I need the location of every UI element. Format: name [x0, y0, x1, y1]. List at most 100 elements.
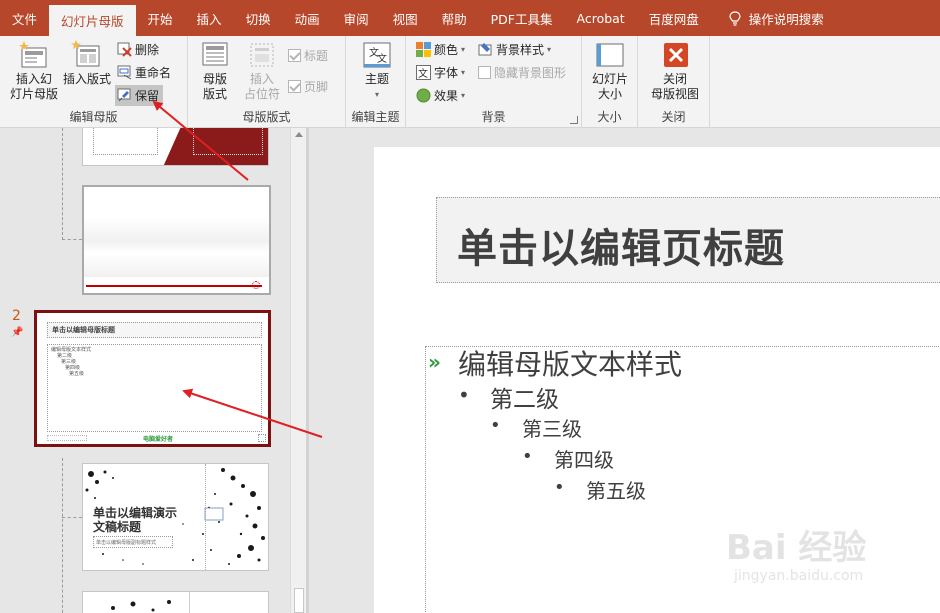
slide-title-text[interactable]: 单击以编辑页标题	[457, 216, 785, 274]
tab-insert[interactable]: 插入	[185, 0, 234, 36]
thumbnail-body-placeholder: 编辑母版文本样式 第二级 第三级 第四级 第五级	[47, 344, 262, 432]
level-1-text[interactable]: 编辑母版文本样式	[458, 343, 682, 383]
thumbnail-date-placeholder	[47, 435, 87, 441]
thumbnail-presentation-title: 单击以编辑演示文稿标题	[93, 506, 178, 534]
layout-thumbnail[interactable]	[82, 185, 271, 295]
footer-checkbox[interactable]: 页脚	[288, 76, 328, 97]
tell-me-search[interactable]: 操作说明搜索	[717, 0, 836, 36]
tab-help[interactable]: 帮助	[430, 0, 479, 36]
thumbnail-level-5: 第五级	[69, 371, 85, 377]
thumbnail-title-text: 单击以编辑母版标题	[52, 326, 115, 334]
background-styles-dropdown-icon: ▾	[547, 45, 552, 54]
level-4-text[interactable]: 第四级	[554, 444, 614, 473]
thumbnail-guide-line	[205, 464, 206, 570]
fonts-icon: 文	[416, 65, 431, 80]
scrollbar-thumb[interactable]	[294, 588, 304, 613]
scroll-up-arrow-icon[interactable]	[295, 132, 303, 137]
preserve-pin-icon	[117, 88, 131, 102]
hide-background-graphics-box[interactable]	[478, 66, 491, 79]
delete-button[interactable]: 删除	[117, 39, 159, 60]
thumbnail-red-line	[86, 285, 262, 287]
slide-size-icon	[596, 43, 624, 67]
background-styles-icon	[478, 43, 492, 56]
insert-layout-icon	[71, 40, 100, 67]
master-layout-button[interactable]: 母版 版式	[194, 40, 236, 102]
fonts-button[interactable]: 文 字体 ▾	[416, 62, 465, 83]
background-styles-button[interactable]: 背景样式 ▾	[478, 39, 551, 60]
close-master-view-button[interactable]: 关闭 母版视图	[646, 40, 704, 102]
close-master-view-icon	[664, 43, 688, 67]
group-master-layout: 母版 版式 插入 占位符 标题 页脚 母版版式	[188, 36, 346, 128]
tab-animations[interactable]: 动画	[283, 0, 332, 36]
slide-size-label-1: 幻灯片	[591, 72, 628, 86]
footer-checkbox-box[interactable]	[288, 80, 301, 93]
baidu-jingyan-watermark: Bai 经验 jingyan.baidu.com	[716, 512, 916, 592]
layout-thumbnail[interactable]	[82, 591, 269, 613]
title-checkbox-label: 标题	[304, 49, 329, 63]
tab-file[interactable]: 文件	[0, 0, 49, 36]
tab-pdf-tools[interactable]: PDF工具集	[479, 0, 565, 36]
master-layout-label-1: 母版	[202, 72, 227, 86]
tree-connector	[62, 128, 63, 240]
level-5-text[interactable]: 第五级	[586, 475, 646, 504]
group-edit-master: 插入幻 灯片母版 插入版式 删除 重命名 保留 编辑母版	[0, 36, 188, 128]
group-close: 关闭 母版视图 关闭	[638, 36, 710, 128]
insert-slide-master-label-2: 灯片母版	[9, 87, 58, 101]
thumbnail-title-placeholder: 单击以编辑母版标题	[47, 322, 262, 338]
layout-thumbnail[interactable]: 单击以编辑演示文稿标题 单击以编辑母版副标题样式	[82, 463, 269, 571]
thumbnail-pane-scrollbar[interactable]	[290, 128, 306, 613]
level-2-text[interactable]: 第二级	[490, 380, 559, 414]
thumbnail-logo: 电脑爱好者	[143, 436, 174, 443]
tab-slide-master[interactable]: 幻灯片母版	[49, 5, 136, 36]
tab-home[interactable]: 开始	[136, 0, 185, 36]
insert-slide-master-icon	[19, 41, 47, 68]
level-3-text[interactable]: 第三级	[522, 413, 582, 442]
effects-label: 效果	[434, 89, 459, 103]
tell-me-label: 操作说明搜索	[748, 11, 824, 27]
slide-number: 2	[12, 308, 21, 324]
tab-transitions[interactable]: 切换	[234, 0, 283, 36]
themes-label: 主题	[364, 72, 389, 86]
thumbnail-background	[84, 217, 269, 277]
thumbnail-page-number-placeholder	[258, 434, 266, 442]
effects-dropdown-icon: ▾	[461, 91, 466, 100]
insert-placeholder-button[interactable]: 插入 占位符	[238, 40, 286, 102]
group-label-background: 背景	[481, 110, 506, 124]
effects-button[interactable]: 效果 ▾	[416, 85, 465, 106]
insert-slide-master-button[interactable]: 插入幻 灯片母版	[8, 40, 60, 102]
thumbnail-subtitle-placeholder: 单击以编辑母版副标题样式	[93, 536, 173, 548]
delete-icon	[117, 42, 132, 57]
watermark-logo-text: Bai 经验	[726, 528, 867, 568]
level-4-bullet: •	[522, 446, 533, 467]
preserve-button[interactable]: 保留	[115, 85, 164, 106]
title-placeholder[interactable]: 单击以编辑页标题	[436, 197, 940, 283]
thumbnail-footer-mark	[252, 281, 260, 289]
thumbnail-body-text: 编辑母版文本样式 第二级 第三级 第四级 第五级	[51, 347, 91, 377]
hide-background-graphics-checkbox[interactable]: 隐藏背景图形	[478, 62, 566, 83]
rename-button[interactable]: 重命名	[117, 62, 171, 83]
tab-review[interactable]: 审阅	[332, 0, 381, 36]
colors-button[interactable]: 颜色 ▾	[416, 39, 465, 60]
tab-acrobat[interactable]: Acrobat	[565, 0, 637, 36]
level-1-bullet: »	[428, 350, 441, 374]
delete-label: 删除	[135, 43, 160, 57]
close-master-view-label-2: 母版视图	[650, 87, 699, 101]
tab-baidu-netdisk[interactable]: 百度网盘	[637, 0, 711, 36]
selected-layout-thumbnail[interactable]: 单击以编辑母版标题 编辑母版文本样式 第二级 第三级 第四级 第五级 电脑爱好者	[34, 310, 271, 447]
layout-thumbnail[interactable]	[82, 128, 269, 166]
insert-placeholder-label-2: 占位符	[243, 87, 280, 101]
themes-button[interactable]: 文 文 主题 ▾	[358, 40, 396, 102]
master-layout-icon	[202, 42, 228, 66]
group-edit-theme: 文 文 主题 ▾ 编辑主题	[346, 36, 406, 128]
themes-dropdown-icon: ▾	[374, 90, 379, 99]
watermark-url: jingyan.baidu.com	[734, 568, 864, 584]
insert-layout-button[interactable]: 插入版式	[60, 40, 114, 87]
rename-icon	[117, 65, 132, 80]
group-label-edit-theme: 编辑主题	[351, 110, 400, 124]
title-checkbox[interactable]: 标题	[288, 45, 328, 66]
thumbnail-ink-splatter	[111, 600, 171, 612]
colors-dropdown-icon: ▾	[461, 45, 466, 54]
slide-size-button[interactable]: 幻灯片 大小	[588, 40, 632, 102]
title-checkbox-box[interactable]	[288, 49, 301, 62]
tab-view[interactable]: 视图	[381, 0, 430, 36]
